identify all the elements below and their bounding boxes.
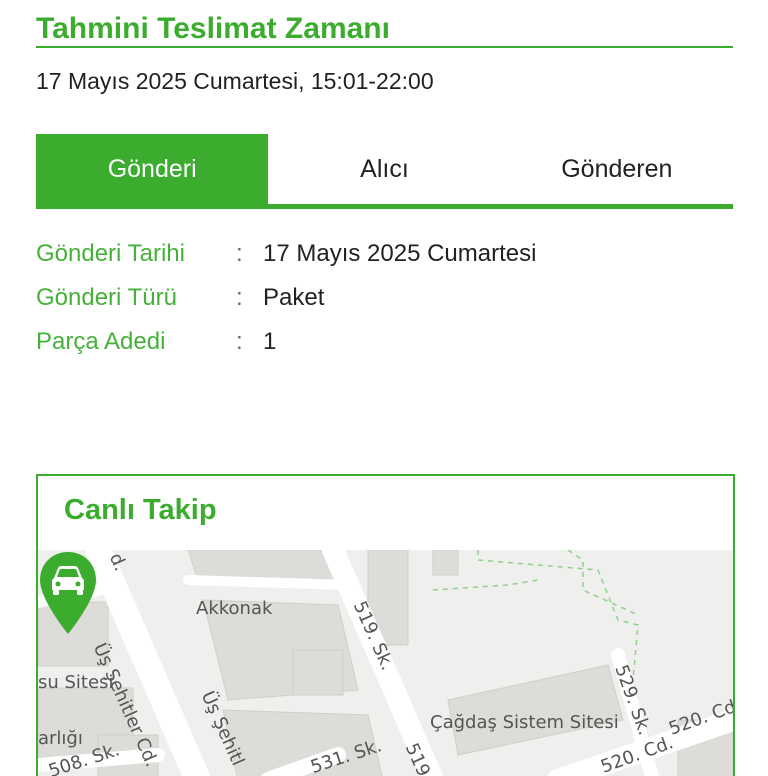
- info-separator: :: [236, 328, 243, 355]
- live-tracking-panel: Canlı Takip Akkonak Üş Şehitler Cd. Üş Ş…: [36, 474, 735, 776]
- map-label-akkonak: Akkonak: [196, 598, 273, 619]
- info-label: Gönderi Türü: [36, 284, 177, 311]
- info-value: Paket: [263, 284, 325, 311]
- page-title: Tahmini Teslimat Zamanı: [36, 12, 390, 45]
- live-tracking-map[interactable]: Akkonak Üş Şehitler Cd. Üş Şehitl d. su …: [38, 550, 733, 776]
- map-label-arligi: arlığı: [38, 728, 83, 749]
- shipment-tabs: Gönderi Alıcı Gönderen: [36, 134, 733, 204]
- header-divider: [36, 46, 733, 48]
- tab-sender[interactable]: Gönderen: [501, 134, 733, 204]
- info-separator: :: [236, 240, 243, 267]
- map-label-su-sitesi: su Sitesi: [38, 672, 114, 693]
- info-label: Gönderi Tarihi: [36, 240, 185, 267]
- car-location-pin[interactable]: [38, 550, 98, 636]
- info-label: Parça Adedi: [36, 328, 166, 355]
- live-tracking-title: Canlı Takip: [64, 494, 217, 526]
- shipment-info: Gönderi Tarihi : 17 Mayıs 2025 Cumartesi…: [36, 232, 536, 364]
- tabs-divider: [36, 204, 733, 209]
- tab-shipment[interactable]: Gönderi: [36, 134, 269, 204]
- info-row-piece-count: Parça Adedi : 1: [36, 320, 536, 364]
- info-row-shipment-date: Gönderi Tarihi : 17 Mayıs 2025 Cumartesi: [36, 232, 536, 276]
- info-value: 1: [263, 328, 277, 355]
- map-label-cagdas-sitesi: Çağdaş Sistem Sitesi: [430, 712, 619, 733]
- estimated-delivery-time: 17 Mayıs 2025 Cumartesi, 15:01-22:00: [36, 68, 434, 94]
- info-value: 17 Mayıs 2025 Cumartesi: [263, 240, 537, 267]
- info-separator: :: [236, 284, 243, 311]
- tab-recipient[interactable]: Alıcı: [268, 134, 500, 204]
- info-row-shipment-type: Gönderi Türü : Paket: [36, 276, 536, 320]
